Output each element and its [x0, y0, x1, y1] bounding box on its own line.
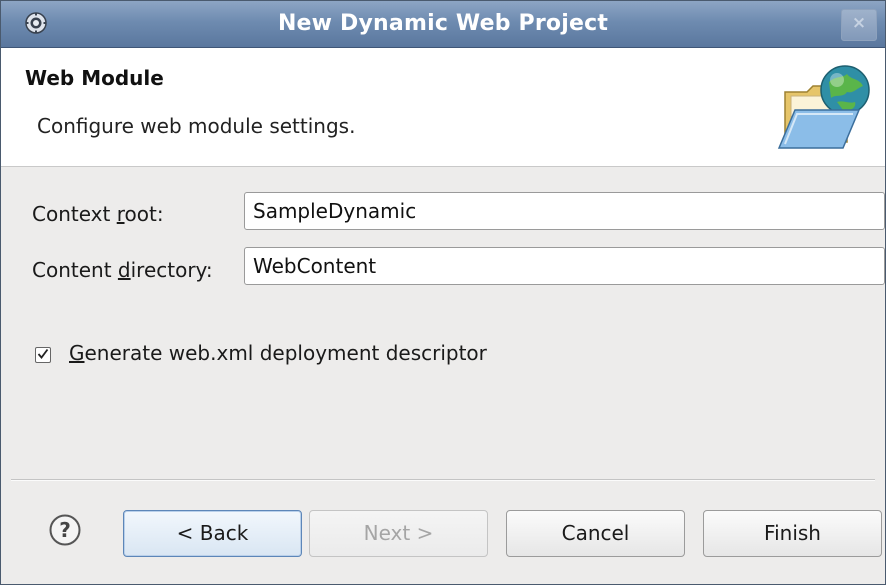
cancel-button[interactable]: Cancel [506, 510, 685, 557]
context-root-mnemonic: r [116, 202, 125, 226]
page-description: Configure web module settings. [37, 114, 356, 138]
close-icon: × [851, 13, 867, 33]
back-button[interactable]: < Back [123, 510, 302, 557]
folder-globe-icon [777, 65, 870, 149]
context-root-label: Context root: [32, 202, 164, 226]
new-dynamic-web-project-dialog: New Dynamic Web Project × Web Module Con… [0, 0, 886, 585]
wizard-banner: Web Module Configure web module settings… [1, 48, 885, 167]
title-bar[interactable]: New Dynamic Web Project × [1, 1, 885, 48]
button-bar-separator [11, 479, 875, 481]
context-root-input[interactable]: SampleDynamic [244, 192, 885, 230]
window-title: New Dynamic Web Project [277, 11, 609, 36]
content-directory-label: Content directory: [32, 258, 213, 282]
help-glyph: ? [59, 518, 71, 542]
help-icon[interactable]: ? [49, 514, 81, 546]
generate-descriptor-checkbox[interactable] [35, 347, 51, 363]
generate-descriptor-label[interactable]: Generate web.xml deployment descriptor [69, 341, 487, 365]
content-directory-input[interactable]: WebContent [244, 247, 885, 285]
content-directory-mnemonic: d [117, 258, 131, 282]
finish-button[interactable]: Finish [703, 510, 882, 557]
close-button[interactable]: × [841, 9, 877, 41]
next-button[interactable]: Next > [309, 510, 488, 557]
checkmark-icon [37, 348, 49, 359]
page-title: Web Module [25, 66, 164, 90]
